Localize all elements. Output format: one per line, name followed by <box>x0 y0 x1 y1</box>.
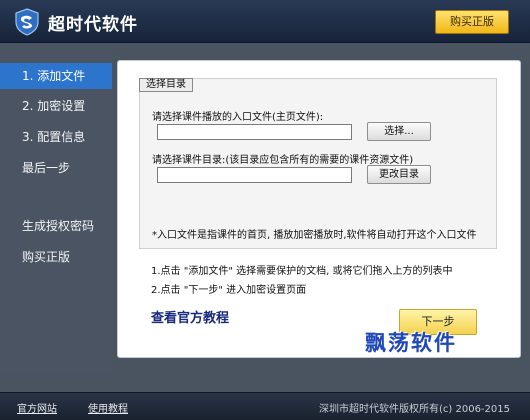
app-logo-icon <box>15 8 39 36</box>
directory-label: 请选择课件目录:(该目录应包含所有的需要的课件资源文件) <box>152 155 414 166</box>
official-tutorial-link[interactable]: 查看官方教程 <box>151 307 229 326</box>
step-instruction-2: 2.点击 "下一步" 进入加密设置页面 <box>151 285 307 296</box>
sidebar: 1. 添加文件 2. 加密设置 3. 配置信息 最后一步 生成授权密码 购买正版 <box>0 44 112 374</box>
directory-input[interactable] <box>157 167 352 183</box>
footer: 官方网站 使用教程 深圳市超时代软件版权所有(c) 2006-2015 <box>0 392 530 420</box>
step-instruction-1: 1.点击 "添加文件" 选择需要保护的文档, 或将它们拖入上方的列表中 <box>151 266 453 277</box>
sidebar-item-final-step[interactable]: 最后一步 <box>0 155 112 181</box>
copyright-text: 深圳市超时代软件版权所有(c) 2006-2015 <box>319 404 510 415</box>
app-title: 超时代软件 <box>48 15 138 35</box>
entry-file-note: *入口文件是指课件的首页, 播放加密播放时,软件将自动打开这个入口文件 <box>152 230 477 241</box>
official-site-link[interactable]: 官方网站 <box>17 400 57 415</box>
select-directory-group: 选择目录 请选择课件播放的入口文件(主页文件): 选择... 请选择课件目录:(… <box>139 78 497 249</box>
sidebar-item-config-info[interactable]: 3. 配置信息 <box>0 124 112 150</box>
browse-button[interactable]: 选择... <box>367 122 431 141</box>
entry-file-label: 请选择课件播放的入口文件(主页文件): <box>152 112 324 123</box>
sidebar-item-generate-password[interactable]: 生成授权密码 <box>0 213 112 239</box>
sidebar-item-buy-license[interactable]: 购买正版 <box>0 244 112 270</box>
user-guide-link[interactable]: 使用教程 <box>88 400 128 415</box>
entry-file-input[interactable] <box>157 124 352 140</box>
sidebar-item-add-files[interactable]: 1. 添加文件 <box>0 63 112 89</box>
sidebar-item-encryption-settings[interactable]: 2. 加密设置 <box>0 93 112 119</box>
main-panel: 选择目录 请选择课件播放的入口文件(主页文件): 选择... 请选择课件目录:(… <box>117 60 521 358</box>
title-bar: 超时代软件 购买正版 <box>0 0 530 43</box>
group-title: 选择目录 <box>139 78 193 92</box>
buy-license-button[interactable]: 购买正版 <box>435 10 509 34</box>
change-directory-button[interactable]: 更改目录 <box>367 165 431 184</box>
watermark-text: 飘荡软件 <box>365 330 457 355</box>
